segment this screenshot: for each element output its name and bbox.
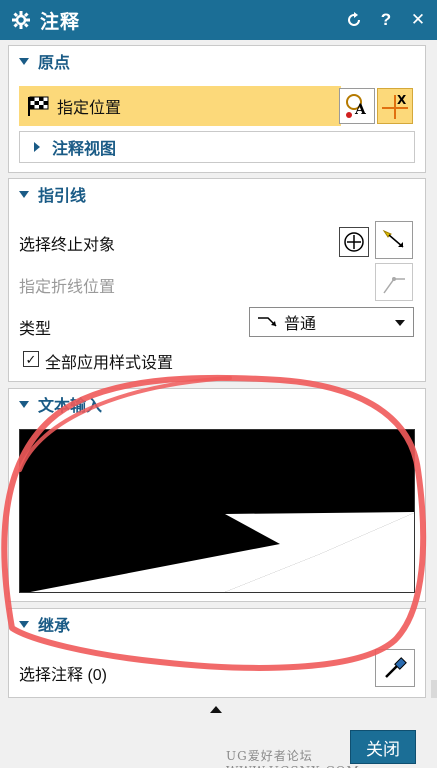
collapse-triangle-icon: [19, 400, 29, 408]
annotation-view-label: 注释视图: [52, 141, 117, 158]
eyedropper-button[interactable]: [375, 649, 415, 687]
select-terminating-object-label: 选择终止对象: [19, 237, 116, 254]
expand-triangle-icon: [34, 142, 40, 152]
add-terminating-object-button[interactable]: [339, 227, 369, 257]
reset-icon[interactable]: [343, 9, 365, 31]
circle-plus-icon: [344, 232, 364, 252]
jog-location-button[interactable]: [375, 263, 413, 301]
text-input-panel: 文本输入: [8, 388, 426, 602]
origin-section-header[interactable]: 原点: [9, 46, 425, 76]
chevron-down-icon: [395, 320, 405, 326]
checkered-flag-icon: [28, 96, 49, 116]
svg-text:X: X: [397, 93, 407, 107]
leader-header-label: 指引线: [38, 188, 87, 205]
origin-panel: 原点 指定位置 A X 注释视图: [8, 45, 426, 173]
select-cursor-icon: [382, 229, 404, 248]
leader-type-value: 普通: [284, 316, 317, 333]
jog-line-icon: [383, 277, 405, 294]
gear-icon[interactable]: [10, 9, 32, 31]
specify-jog-location-label: 指定折线位置: [19, 279, 116, 296]
specify-location-row[interactable]: 指定位置: [19, 86, 341, 126]
inherit-header-label: 继承: [38, 618, 71, 635]
text-input-header-label: 文本输入: [38, 398, 103, 415]
collapse-triangle-icon: [19, 57, 29, 65]
point-constructor-button[interactable]: X: [377, 88, 413, 124]
redacted-text-shape: [30, 512, 414, 592]
select-object-button[interactable]: [375, 221, 413, 259]
specify-location-label: 指定位置: [57, 100, 122, 117]
origin-tool-icon: A: [346, 94, 367, 118]
svg-text:A: A: [354, 102, 367, 118]
close-button[interactable]: 关闭: [350, 730, 416, 764]
leader-section-header[interactable]: 指引线: [9, 179, 425, 209]
close-icon[interactable]: ✕: [407, 9, 429, 31]
collapse-triangle-icon: [19, 190, 29, 198]
right-scroll-edge: [431, 680, 437, 698]
eyedropper-icon: [385, 657, 407, 678]
inherit-panel: 继承 选择注释 (0): [8, 608, 426, 698]
select-note-label: 选择注释 (0): [19, 667, 108, 684]
window-title: 注释: [40, 11, 81, 33]
collapse-dialog-icon[interactable]: [210, 706, 222, 713]
collapse-triangle-icon: [19, 620, 29, 628]
origin-tool-button[interactable]: A: [339, 88, 375, 124]
inherit-section-header[interactable]: 继承: [9, 609, 425, 639]
text-input-section-header[interactable]: 文本输入: [9, 389, 425, 419]
leader-panel: 指引线 选择终止对象 指定折线位置 类型 普通 ✓ 全部应用样式设置: [8, 178, 426, 382]
apply-style-checkbox[interactable]: ✓: [23, 351, 39, 367]
type-label: 类型: [19, 321, 52, 338]
help-icon[interactable]: ?: [375, 9, 397, 31]
point-constructor-icon: X: [382, 93, 408, 119]
leader-plain-icon: [258, 317, 277, 327]
text-input-area[interactable]: [19, 429, 415, 593]
annotation-view-subsection[interactable]: 注释视图: [19, 131, 415, 163]
title-bar: 注释 ? ✕: [0, 0, 437, 40]
origin-header-label: 原点: [38, 55, 71, 72]
leader-type-select[interactable]: 普通: [249, 307, 414, 337]
apply-style-label: 全部应用样式设置: [45, 355, 174, 372]
